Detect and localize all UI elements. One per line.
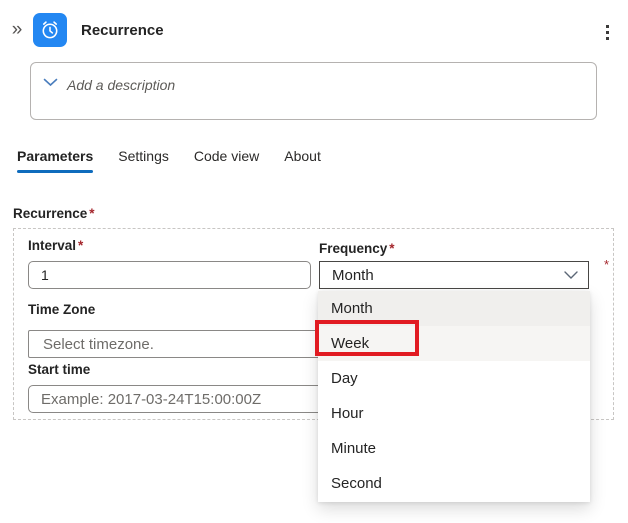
chevron-down-icon bbox=[564, 271, 578, 279]
interval-input[interactable] bbox=[28, 261, 311, 289]
menu-item-day[interactable]: Day bbox=[318, 361, 590, 396]
tab-about[interactable]: About bbox=[284, 148, 321, 173]
double-chevron-right-icon: » bbox=[12, 19, 23, 40]
menu-item-week-label: Week bbox=[331, 335, 369, 352]
chevron-down-icon bbox=[43, 74, 58, 92]
recurrence-trigger-icon bbox=[33, 13, 67, 47]
start-time-label: Start time bbox=[28, 362, 90, 377]
frequency-selected-value: Month bbox=[332, 267, 374, 284]
kebab-dot bbox=[606, 31, 609, 34]
tab-parameters[interactable]: Parameters bbox=[17, 148, 93, 173]
more-options-button[interactable] bbox=[596, 19, 618, 45]
timezone-label: Time Zone bbox=[28, 302, 95, 317]
description-placeholder: Add a description bbox=[67, 77, 175, 93]
tab-settings[interactable]: Settings bbox=[118, 148, 169, 173]
interval-label: Interval* bbox=[28, 238, 83, 253]
menu-item-month[interactable]: Month bbox=[318, 291, 590, 326]
menu-item-minute[interactable]: Minute bbox=[318, 431, 590, 466]
tab-bar: Parameters Settings Code view About bbox=[17, 148, 346, 173]
kebab-dot bbox=[606, 25, 609, 28]
menu-item-hour[interactable]: Hour bbox=[318, 396, 590, 431]
description-expander[interactable]: Add a description bbox=[30, 62, 597, 120]
menu-item-week[interactable]: Week bbox=[318, 326, 590, 361]
frequency-dropdown[interactable]: Month bbox=[319, 261, 589, 289]
tab-code-view[interactable]: Code view bbox=[194, 148, 259, 173]
recurrence-group-label: Recurrence* bbox=[13, 206, 95, 221]
menu-item-second[interactable]: Second bbox=[318, 466, 590, 501]
required-asterisk: * bbox=[387, 241, 394, 256]
frequency-label: Frequency* bbox=[319, 241, 395, 256]
kebab-dot bbox=[606, 37, 609, 40]
alarm-clock-icon bbox=[39, 19, 61, 41]
required-asterisk: * bbox=[604, 257, 609, 272]
frequency-options-menu: Month Week Day Hour Minute Second bbox=[318, 291, 590, 502]
required-asterisk: * bbox=[76, 238, 83, 253]
required-asterisk: * bbox=[87, 206, 94, 221]
collapse-pane-button[interactable]: » bbox=[6, 18, 28, 42]
page-title: Recurrence bbox=[81, 22, 164, 39]
